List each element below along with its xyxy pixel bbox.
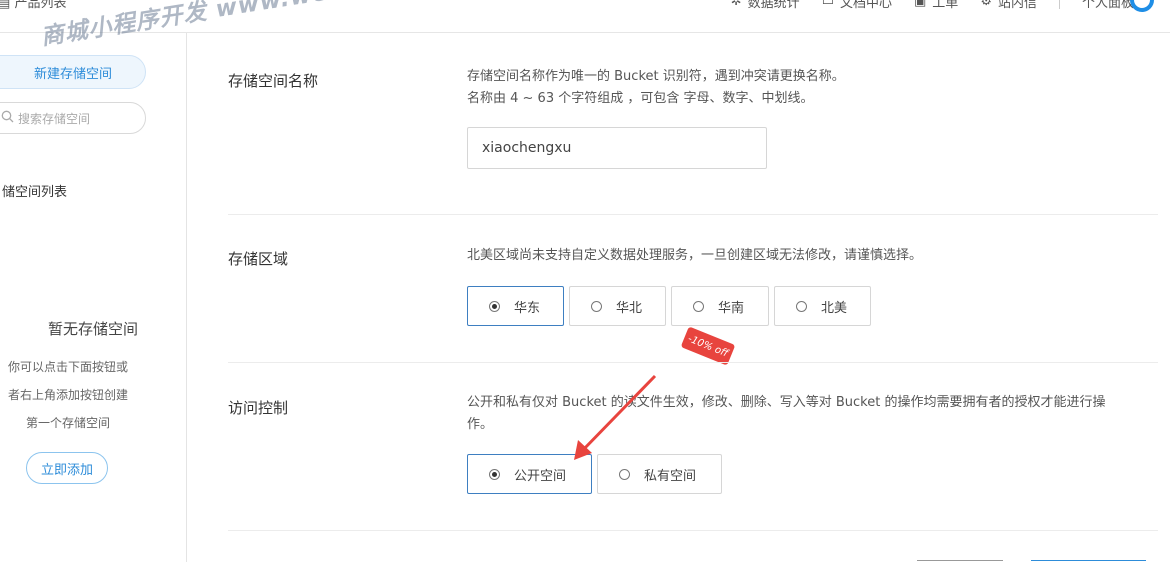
annotation-arrow-icon [574,374,657,460]
